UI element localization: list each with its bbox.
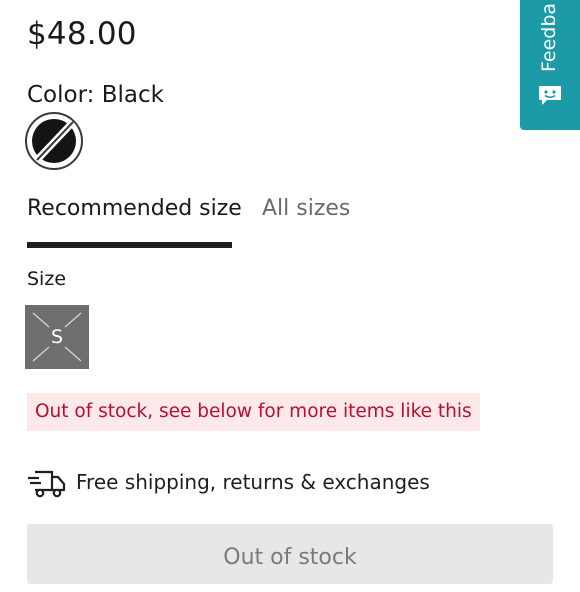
color-selection-label: Color: Black xyxy=(27,82,164,108)
size-option-s[interactable]: S xyxy=(25,305,89,369)
size-option-label: S xyxy=(50,326,64,348)
feedback-tab[interactable]: Feedba xyxy=(520,0,580,130)
feedback-label: Feedba xyxy=(538,2,560,72)
shipping-text: Free shipping, returns & exchanges xyxy=(76,470,430,494)
size-tabs: Recommended size All sizes xyxy=(27,196,357,252)
product-price: $48.00 xyxy=(27,16,137,52)
tab-recommended-size[interactable]: Recommended size xyxy=(27,196,242,221)
black-color-swatch[interactable] xyxy=(25,112,83,170)
color-value: Black xyxy=(101,82,164,108)
out-of-stock-notice: Out of stock, see below for more items l… xyxy=(27,393,480,431)
out-of-stock-button[interactable]: Out of stock xyxy=(27,524,553,584)
fast-delivery-truck-icon xyxy=(28,470,66,498)
color-label: Color: xyxy=(27,82,95,108)
smiley-chat-icon xyxy=(539,86,561,105)
unavailable-strike-icon xyxy=(34,119,76,163)
tab-all-sizes[interactable]: All sizes xyxy=(262,196,350,221)
active-tab-indicator xyxy=(27,242,232,248)
size-label: Size xyxy=(27,268,67,290)
